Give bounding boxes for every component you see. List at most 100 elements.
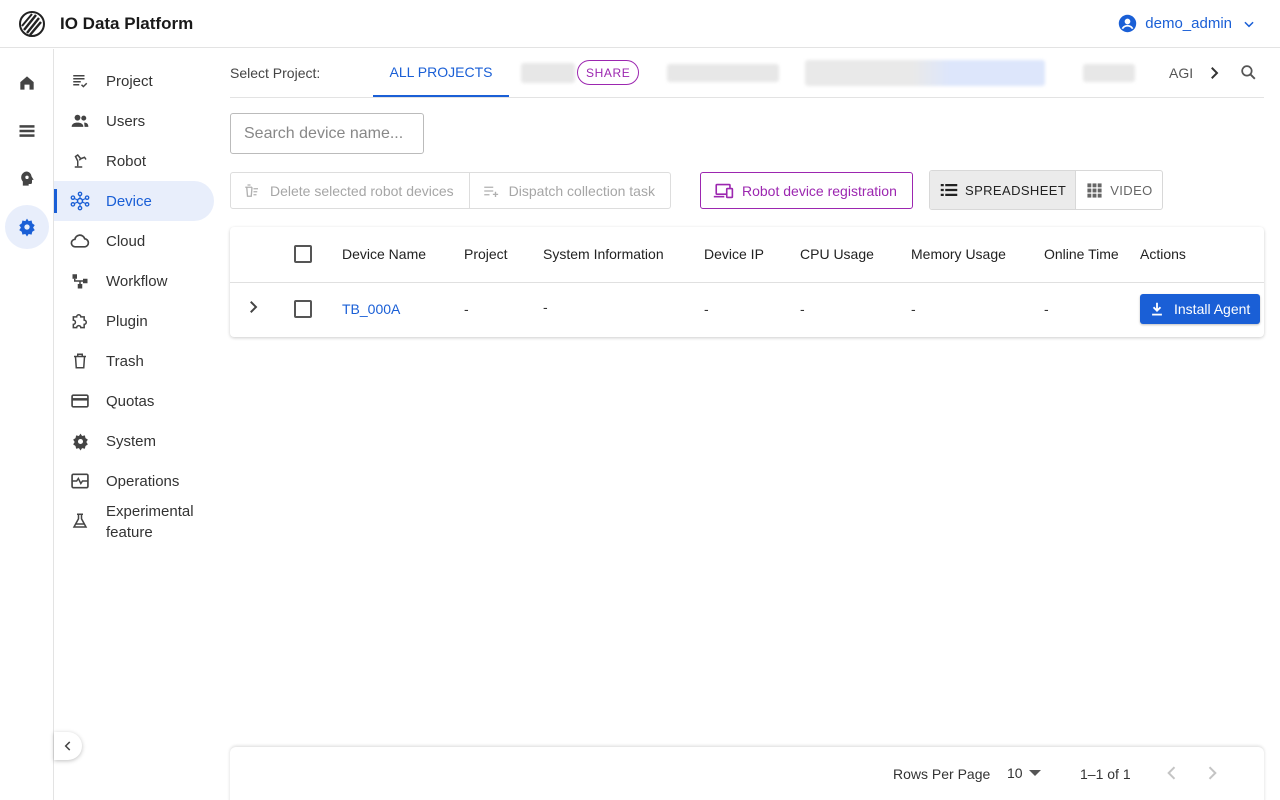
sidebar-item-robot[interactable]: Robot: [54, 141, 214, 181]
column-header[interactable]: Memory Usage: [911, 246, 1006, 262]
page-range: 1–1 of 1: [1080, 766, 1131, 782]
delete-sweep-icon: [243, 182, 261, 200]
sidebar: Project Users Robot Device Cloud Workflo…: [54, 49, 224, 800]
select-all-checkbox[interactable]: [294, 245, 312, 263]
sidebar-item-cloud[interactable]: Cloud: [54, 221, 214, 261]
project-selector: Select Project: ALL PROJECTS SHARE AGI: [230, 49, 1264, 98]
sidebar-item-label: Quotas: [106, 392, 155, 410]
cloud-icon: [70, 231, 90, 251]
tab-project-redacted[interactable]: [805, 60, 1045, 86]
sidebar-item-device[interactable]: Device: [54, 181, 214, 221]
rail-ai-button[interactable]: [5, 157, 49, 201]
monitor-heart-icon: [70, 471, 90, 491]
cell-memory-usage: -: [911, 301, 916, 317]
download-icon: [1150, 301, 1164, 317]
column-header[interactable]: Device IP: [704, 246, 764, 262]
sidebar-item-label: Operations: [106, 472, 180, 490]
spreadsheet-view-button[interactable]: SPREADSHEET: [930, 171, 1076, 209]
column-header[interactable]: CPU Usage: [800, 246, 874, 262]
rows-per-page-value: 10: [1007, 765, 1023, 781]
storage-icon: [17, 121, 37, 141]
expand-row-button[interactable]: [244, 298, 262, 316]
username: demo_admin: [1145, 15, 1232, 32]
sidebar-item-label: Trash: [106, 352, 144, 370]
sidebar-item-plugin[interactable]: Plugin: [54, 301, 214, 341]
tab-project-redacted[interactable]: [521, 63, 575, 83]
sidebar-item-users[interactable]: Users: [54, 101, 214, 141]
sidebar-item-label: Workflow: [106, 272, 168, 290]
chevron-right-icon: [1202, 763, 1222, 783]
row-checkbox[interactable]: [294, 300, 312, 318]
project-icon: [70, 71, 90, 91]
delete-devices-label: Delete selected robot devices: [270, 182, 454, 199]
table-divider: [230, 282, 1264, 283]
user-menu[interactable]: demo_admin: [1118, 14, 1256, 33]
tab-project-redacted[interactable]: [1083, 64, 1135, 82]
sidebar-item-label: Project: [106, 72, 153, 90]
settings-icon: [17, 217, 37, 237]
robot-registration-label: Robot device registration: [742, 182, 897, 199]
chevron-right-icon: [1205, 64, 1223, 82]
rail-home-button[interactable]: [5, 61, 49, 105]
sidebar-item-label: Device: [106, 192, 152, 210]
sidebar-item-system[interactable]: System: [54, 421, 214, 461]
tab-project-agi[interactable]: AGI: [1169, 65, 1193, 81]
chevron-left-icon: [61, 739, 75, 753]
column-header[interactable]: Device Name: [342, 246, 426, 262]
sidebar-item-label: Users: [106, 112, 146, 130]
install-agent-button[interactable]: Install Agent: [1140, 294, 1261, 324]
dispatch-task-button[interactable]: Dispatch collection task: [468, 173, 670, 208]
tab-project-redacted[interactable]: [667, 64, 779, 82]
psychology-icon: [17, 169, 37, 189]
column-header[interactable]: Project: [464, 246, 508, 262]
chevron-left-icon: [1162, 763, 1182, 783]
sidebar-item-label: System: [106, 432, 157, 450]
delete-devices-button[interactable]: Delete selected robot devices: [231, 173, 469, 208]
app-logo-icon[interactable]: [19, 11, 45, 37]
device-hub-icon: [70, 191, 90, 211]
trash-icon: [70, 351, 90, 371]
list-view-icon: [940, 182, 958, 198]
rows-per-page-label: Rows Per Page: [893, 766, 991, 782]
sidebar-item-quotas[interactable]: Quotas: [54, 381, 214, 421]
app-title: IO Data Platform: [60, 14, 194, 33]
gear-icon: [70, 431, 90, 451]
users-icon: [70, 111, 90, 131]
devices-table: Device Name Project System Information D…: [230, 227, 1264, 337]
cell-project: -: [464, 301, 469, 317]
tabs-scroll-right-button[interactable]: [1205, 64, 1223, 82]
sidebar-item-label: Plugin: [106, 312, 148, 330]
device-name-link[interactable]: TB_000A: [342, 301, 400, 317]
cell-cpu-usage: -: [800, 301, 805, 317]
previous-page-button[interactable]: [1162, 763, 1182, 783]
column-header[interactable]: System Information: [543, 246, 664, 262]
workflow-icon: [70, 271, 90, 291]
robot-registration-button[interactable]: Robot device registration: [700, 172, 913, 209]
sidebar-item-trash[interactable]: Trash: [54, 341, 214, 381]
chevron-right-icon: [244, 298, 262, 316]
bulk-actions-group: Delete selected robot devices Dispatch c…: [230, 172, 671, 209]
home-icon: [17, 73, 37, 93]
sidebar-item-workflow[interactable]: Workflow: [54, 261, 214, 301]
chevron-down-icon: [1242, 17, 1256, 31]
video-view-button[interactable]: VIDEO: [1075, 171, 1161, 209]
sidebar-item-project[interactable]: Project: [54, 61, 214, 101]
collapse-sidebar-button[interactable]: [54, 732, 82, 760]
tab-all-projects[interactable]: ALL PROJECTS: [373, 49, 509, 97]
sidebar-item-experimental[interactable]: Experimental feature: [54, 501, 214, 549]
arrow-drop-down-icon: [1028, 769, 1041, 777]
sidebar-item-label: Experimental feature: [106, 503, 194, 541]
project-search-button[interactable]: [1239, 63, 1258, 82]
sidebar-item-operations[interactable]: Operations: [54, 461, 214, 501]
grid-view-icon: [1086, 182, 1103, 199]
top-app-bar: IO Data Platform demo_admin: [0, 0, 1280, 48]
sidebar-item-label: Cloud: [106, 232, 146, 250]
rows-per-page-select[interactable]: 10: [1007, 765, 1041, 781]
column-header[interactable]: Online Time: [1044, 246, 1119, 262]
rail-storage-button[interactable]: [5, 109, 49, 153]
device-search-input[interactable]: [230, 113, 424, 154]
install-agent-label: Install Agent: [1174, 301, 1251, 317]
cell-device-ip: -: [704, 301, 709, 317]
next-page-button[interactable]: [1202, 763, 1222, 783]
rail-settings-button[interactable]: [5, 205, 49, 249]
